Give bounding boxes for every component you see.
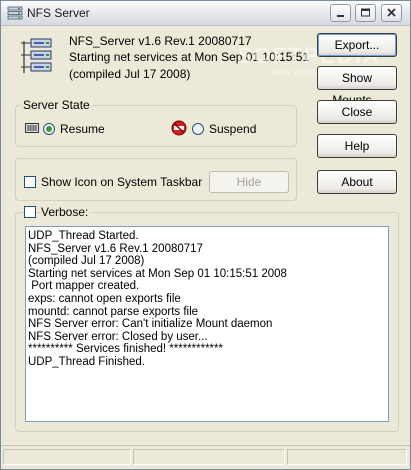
resume-label[interactable]: Resume [60,122,105,136]
window-title: NFS Server [27,6,90,20]
export-button[interactable]: Export... [317,33,397,57]
version-text: NFS_Server v1.6 Rev.1 20080717 [69,34,252,48]
suspend-label[interactable]: Suspend [209,122,256,136]
log-line: NFS_Server v1.6 Rev.1 20080717 [28,242,203,255]
network-drive-icon [7,6,23,20]
compiled-text: (compiled Jul 17 2008) [69,67,191,81]
status-cell [3,449,131,465]
server-state-label: Server State [21,98,92,112]
log-line: ********** Services finished! **********… [28,343,223,356]
help-button[interactable]: Help [317,134,397,158]
show-mounts-button[interactable]: Show Mounts... [317,66,397,107]
log-line: NFS Server error: Can't initialize Mount… [28,318,273,331]
status-cell [287,449,407,465]
title-bar[interactable]: NFS Server [1,1,410,26]
status-bar [1,445,410,469]
server-running-icon [25,123,39,133]
log-line: UDP_Thread Started. [28,230,139,242]
log-line: UDP_Thread Finished. [28,355,145,368]
log-line: NFS Server error: Closed by user... [28,330,208,343]
about-button[interactable]: About [317,170,397,194]
log-line: Port mapper created. [28,280,140,293]
verbose-checkbox[interactable] [24,206,36,218]
nfs-server-logo-icon [21,38,52,73]
close-window-button[interactable] [381,4,402,22]
show-icon-checkbox[interactable] [24,176,36,188]
maximize-icon [361,8,370,17]
close-button[interactable]: Close [317,100,397,124]
log-line: (compiled Jul 17 2008) [28,255,145,268]
maximize-button[interactable] [355,4,376,22]
log-line: mountd: cannot parse exports file [28,305,199,318]
log-output[interactable]: UDP_Thread Started. NFS_Server v1.6 Rev.… [25,226,389,422]
stop-server-icon [171,120,187,136]
minimize-button[interactable] [330,4,351,22]
close-icon [387,8,396,17]
status-cell [133,449,285,465]
log-line: exps: cannot open exports file [28,292,181,305]
show-icon-label[interactable]: Show Icon on System Taskbar [41,175,202,189]
hide-button[interactable]: Hide [209,171,289,193]
resume-radio[interactable] [43,123,55,135]
verbose-label[interactable]: Verbose: [41,205,92,219]
suspend-radio[interactable] [192,123,204,135]
minimize-icon [337,15,344,17]
log-line: Starting net services at Mon Sep 01 10:1… [28,267,287,280]
nfs-server-window: NFS Server NFS_Server v1.6 Rev.1 2008071… [0,0,411,470]
